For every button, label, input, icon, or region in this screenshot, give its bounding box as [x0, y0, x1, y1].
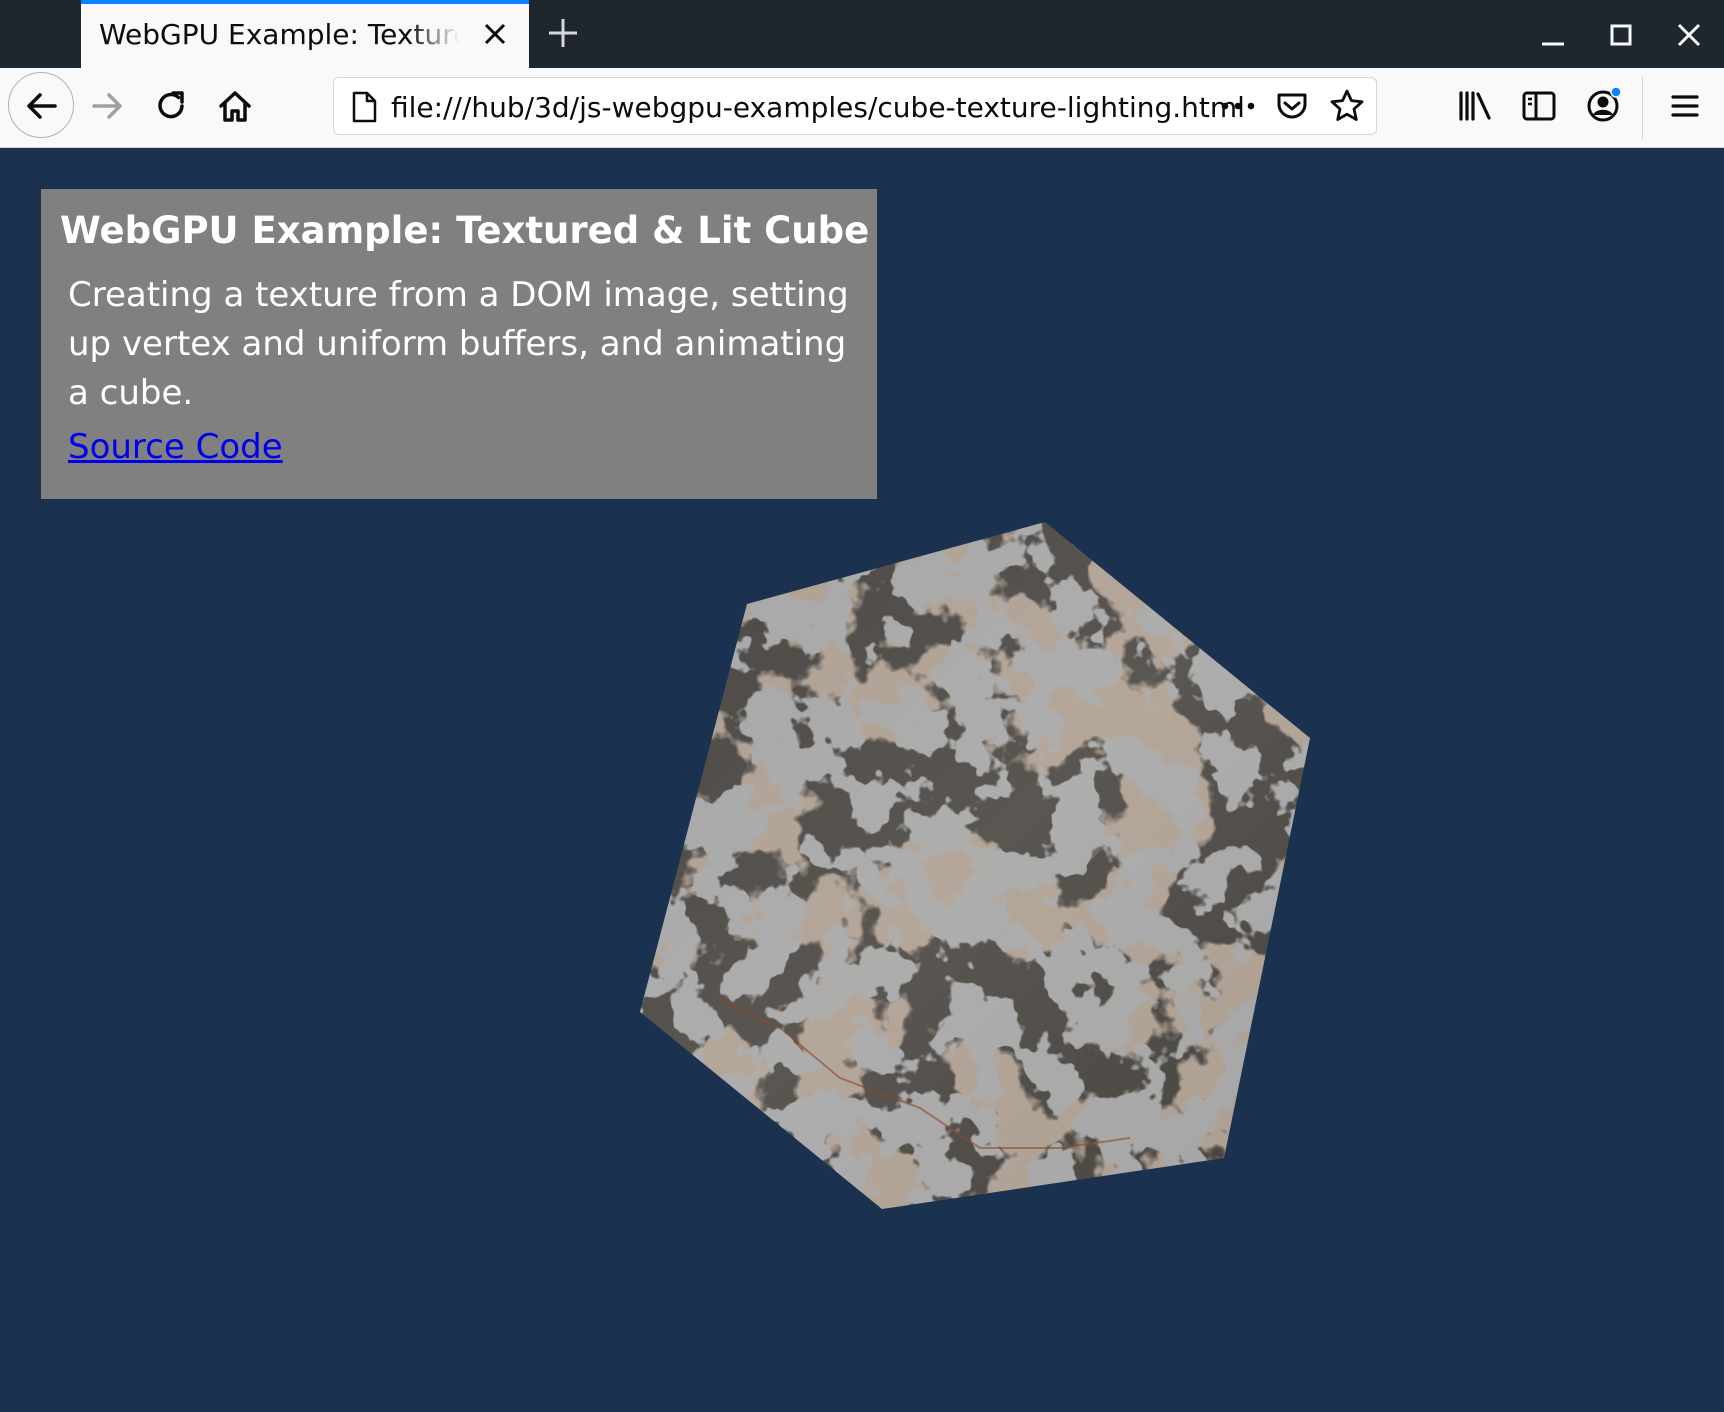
star-icon[interactable]: [1328, 87, 1366, 125]
toolbar-separator: [1642, 76, 1643, 140]
textured-cube: [640, 522, 1310, 1209]
maximize-icon[interactable]: [1604, 18, 1638, 52]
info-panel: WebGPU Example: Textured & Lit Cube Crea…: [41, 189, 877, 499]
page-content: WebGPU Example: Textured & Lit Cube Crea…: [0, 148, 1724, 1412]
library-icon[interactable]: [1456, 87, 1494, 125]
sidebar-icon[interactable]: [1520, 87, 1558, 125]
reload-icon[interactable]: [152, 87, 190, 125]
source-code-link[interactable]: Source Code: [68, 427, 283, 467]
back-button[interactable]: [8, 72, 74, 138]
account-icon[interactable]: [1584, 87, 1622, 125]
url-bar[interactable]: file:///hub/3d/js-webgpu-examples/cube-t…: [333, 77, 1377, 135]
page-title: WebGPU Example: Textured & Lit Cube: [60, 209, 870, 252]
minimize-icon[interactable]: [1536, 18, 1570, 52]
arrow-left-icon: [27, 93, 57, 119]
arrow-right-icon[interactable]: [88, 87, 126, 125]
page-description: Creating a texture from a DOM image, set…: [68, 275, 849, 413]
plus-icon[interactable]: [546, 16, 580, 50]
nav-toolbar: file:///hub/3d/js-webgpu-examples/cube-t…: [0, 68, 1724, 148]
pocket-icon[interactable]: [1274, 88, 1310, 124]
url-text[interactable]: file:///hub/3d/js-webgpu-examples/cube-t…: [391, 91, 1245, 124]
home-icon[interactable]: [216, 87, 254, 125]
close-icon[interactable]: [479, 18, 511, 50]
close-window-icon[interactable]: [1672, 18, 1706, 52]
tab-active[interactable]: WebGPU Example: Textured & Lit Cube: [81, 0, 529, 68]
tab-title: WebGPU Example: Textured & Lit Cube: [99, 18, 459, 51]
hamburger-menu-icon[interactable]: [1666, 87, 1704, 125]
tab-strip: WebGPU Example: Textured & Lit Cube: [0, 0, 1724, 68]
ellipsis-icon[interactable]: [1218, 94, 1258, 118]
page-icon: [352, 91, 377, 123]
